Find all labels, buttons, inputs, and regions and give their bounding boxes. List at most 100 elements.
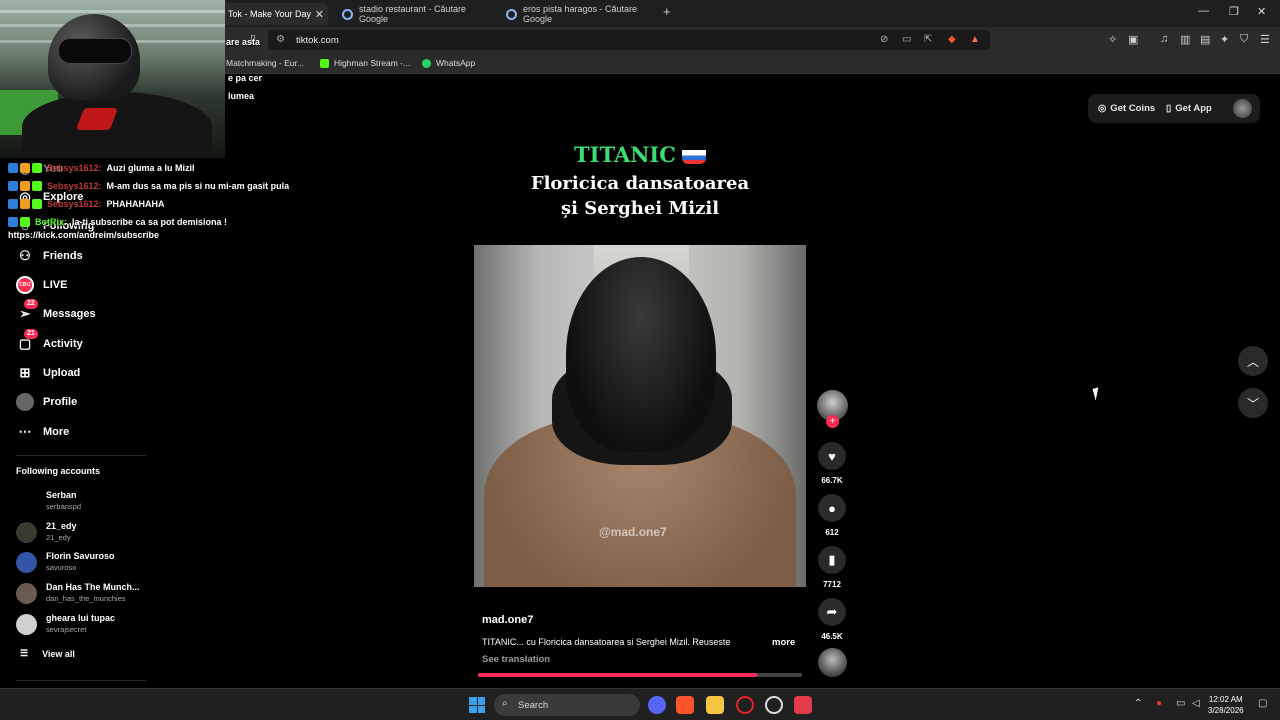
next-video-button[interactable]: ﹀	[1238, 388, 1268, 418]
tab-google-stadio[interactable]: stadio restaurant - Căutare Google	[334, 3, 494, 25]
follow-plus-icon[interactable]: +	[826, 415, 839, 428]
account-name: gheara lui tupac	[46, 613, 116, 623]
bookmark-matchmaking[interactable]: Matchmaking - Eur...	[226, 58, 304, 68]
sidebar-item-upload[interactable]: ⊞ Upload	[16, 364, 81, 382]
kick-subscribe-url: https://kick.com/andreim/subscribe	[8, 230, 160, 240]
opera-icon[interactable]	[736, 696, 754, 714]
sidebar-item-label: More	[43, 426, 70, 438]
brave-shield-icon[interactable]: ◆	[948, 34, 956, 45]
tab-google-eros[interactable]: eros pista haragos - Căutare Google	[498, 3, 658, 25]
see-translation-link[interactable]: See translation	[482, 654, 550, 665]
account-handle: sevrajsecret	[46, 625, 87, 634]
network-icon[interactable]: ▭	[1176, 698, 1185, 709]
streaming-app-icon[interactable]	[794, 696, 812, 714]
save-button[interactable]: ▮	[818, 546, 846, 574]
music-icon[interactable]: ♫	[1160, 33, 1168, 45]
sidebar-item-activity[interactable]: ▢ 21 Activity	[16, 329, 83, 353]
chevron-up-icon[interactable]: ⌃	[1134, 698, 1142, 709]
account-handle: 21_edy	[46, 533, 71, 542]
chevron-down-icon: ﹀	[1246, 396, 1259, 411]
share-icon[interactable]: ⇱	[924, 34, 932, 45]
ceiling-beam	[0, 10, 225, 13]
account-dan-has-the-munchies[interactable]: Dan Has The Munch... dan_has_the_munchie…	[16, 579, 186, 607]
coin-icon: ◎	[1098, 103, 1107, 114]
sidebar-divider	[16, 680, 146, 681]
overlay-snippet: e pa cer	[228, 73, 263, 83]
google-icon	[506, 8, 517, 20]
vpn-icon[interactable]: ⛉	[1240, 33, 1248, 46]
video-title-text: TITANIC	[574, 142, 676, 167]
extensions-icon[interactable]: ✧	[1108, 33, 1117, 46]
volume-icon[interactable]: ◁	[1192, 698, 1200, 709]
previous-video-button[interactable]: ︿	[1238, 346, 1268, 376]
leo-ai-icon[interactable]: ✦	[1220, 33, 1229, 46]
user-avatar[interactable]	[1233, 99, 1252, 118]
avatar	[16, 491, 37, 512]
music-disc-avatar[interactable]	[818, 648, 847, 677]
google-icon	[342, 8, 353, 20]
windows-taskbar: ⌕ Search ⌃ ● ▭ ◁ 12:02 AM 3/28/2026 ▢	[0, 688, 1280, 720]
tab-tiktok[interactable]: Tok - Make Your Day ✕	[220, 3, 328, 25]
get-app-button[interactable]: ▯ Get App	[1166, 103, 1212, 114]
brave-icon[interactable]	[676, 696, 694, 714]
paper-plane-icon: ➢ 22	[16, 299, 38, 323]
minimize-icon[interactable]: —	[1198, 5, 1209, 17]
account-serban[interactable]: Serban serbanspd	[16, 487, 186, 515]
video-progress-bar[interactable]	[478, 673, 802, 677]
site-settings-icon[interactable]: ⚙	[276, 34, 285, 45]
inbox-icon: ▢ 21	[16, 329, 38, 353]
menu-icon[interactable]: ☰	[1260, 33, 1270, 46]
notification-icon[interactable]: ▢	[1258, 698, 1267, 709]
account-handle: serbanspd	[46, 502, 82, 511]
sidebar-item-label: Profile	[43, 396, 78, 408]
avatar	[16, 522, 37, 543]
share-button[interactable]: ➦	[818, 598, 846, 626]
sidebar-item-label: Friends	[43, 250, 83, 262]
like-button[interactable]: ♥	[818, 442, 846, 470]
microphone-icon[interactable]: ●	[1156, 698, 1162, 709]
bookmark-whatsapp[interactable]: WhatsApp	[422, 58, 475, 68]
heart-icon: ♥	[828, 448, 836, 464]
view-all-link[interactable]: ☰ View all	[20, 648, 75, 659]
comment-button[interactable]: ●	[818, 494, 846, 522]
brave-rewards-icon[interactable]: ▲	[970, 34, 980, 45]
account-handle: dan_has_the_munchies	[46, 594, 126, 603]
more-button[interactable]: more	[772, 637, 795, 648]
avatar	[16, 614, 37, 635]
sidebar-item-messages[interactable]: ➢ 22 Messages	[16, 299, 96, 323]
sidebar-item-label: Upload	[43, 367, 81, 379]
sidebar-item-profile[interactable]: Profile	[16, 393, 77, 411]
restore-icon[interactable]: ❐	[1229, 5, 1239, 18]
clock-date: 3/28/2026	[1208, 706, 1244, 715]
view-all-label: View all	[42, 648, 75, 659]
cast-icon[interactable]: ▭	[902, 34, 911, 45]
account-21-edy[interactable]: 21_edy 21_edy	[16, 518, 186, 546]
close-icon[interactable]: ✕	[315, 8, 324, 21]
sidebar-item-live[interactable]: CB\1 LIVE	[16, 276, 67, 294]
bookmark-highman-stream[interactable]: Highman Stream -...	[320, 58, 410, 68]
system-clock[interactable]: 12:02 AM 3/28/2026	[1208, 694, 1244, 716]
url-bar[interactable]: ⚙ tiktok.com ⊘ ▭ ⇱ ◆ ▲	[268, 30, 990, 50]
friends-icon: ⚇	[19, 248, 31, 263]
obs-icon[interactable]	[765, 696, 783, 714]
discord-icon[interactable]	[648, 696, 666, 714]
account-florin-savuroso[interactable]: Florin Savuroso savuroso	[16, 548, 186, 576]
close-window-icon[interactable]: ✕	[1257, 5, 1266, 18]
get-coins-button[interactable]: ◎ Get Coins	[1098, 103, 1155, 114]
windows-start-icon[interactable]	[469, 697, 485, 713]
file-explorer-icon[interactable]	[706, 696, 724, 714]
live-icon: CB\1	[16, 276, 34, 294]
sidebar-icon[interactable]: ▥	[1180, 33, 1190, 46]
bookmark-label: Matchmaking - Eur...	[226, 58, 304, 68]
new-tab-icon[interactable]: +	[663, 4, 671, 19]
wallet-icon[interactable]: ▤	[1200, 33, 1210, 46]
video-player[interactable]: @mad.one7	[474, 245, 806, 587]
taskbar-search[interactable]: ⌕ Search	[494, 694, 640, 716]
sidebar-item-more[interactable]: ⋯ More	[16, 423, 70, 441]
video-author[interactable]: mad.one7	[482, 614, 533, 626]
ellipsis-icon: ⋯	[18, 424, 32, 439]
account-gheara-lui-tupac[interactable]: gheara lui tupac sevrajsecret	[16, 610, 186, 638]
sidebar-item-friends[interactable]: ⚇ Friends	[16, 247, 83, 265]
no-camera-icon[interactable]: ⊘	[880, 34, 888, 45]
wallet-icon[interactable]: ▣	[1128, 33, 1138, 46]
